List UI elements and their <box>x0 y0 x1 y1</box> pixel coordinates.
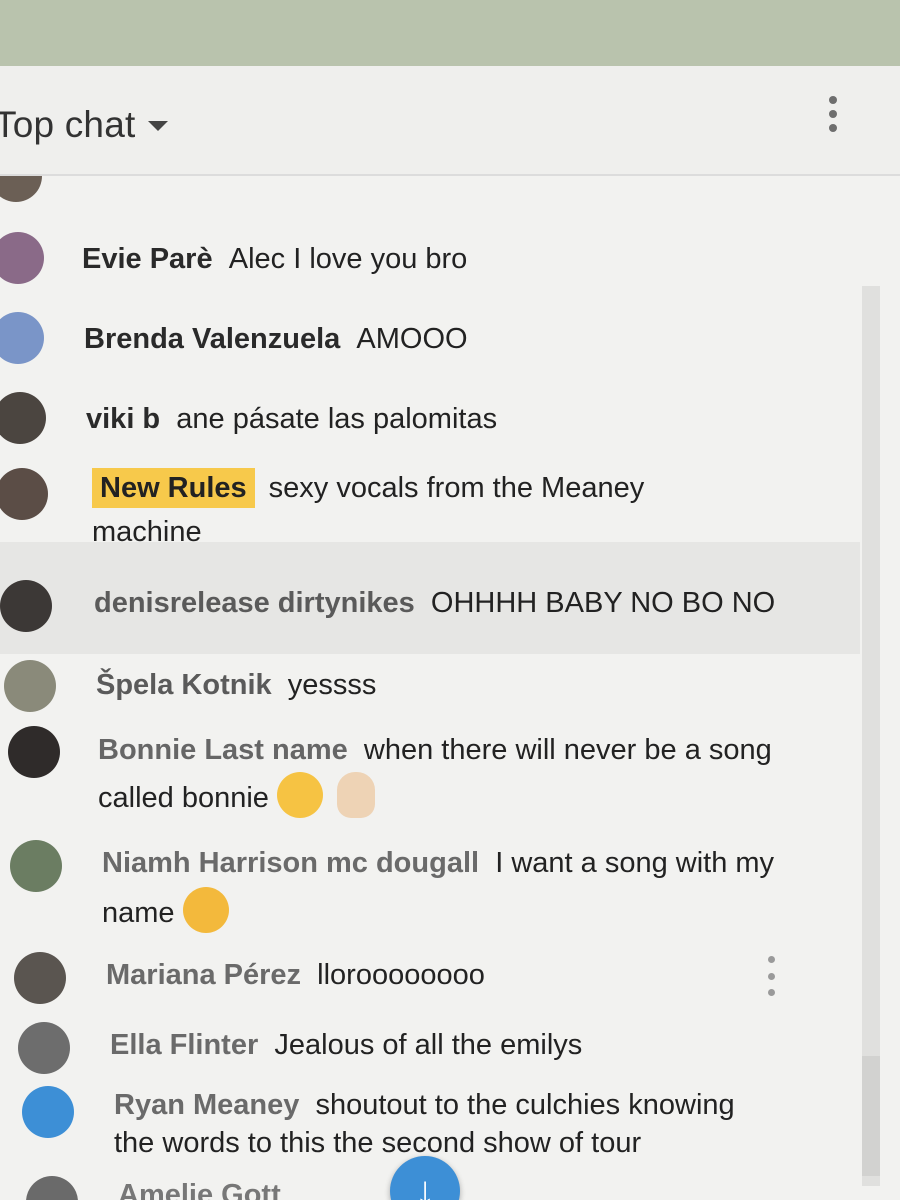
menu-dot <box>829 124 837 132</box>
message-text: when there will never be a song <box>363 734 772 766</box>
message-text: ane pásate las palomitas <box>176 403 498 435</box>
avatar <box>0 232 44 284</box>
chat-window: Top chat Evie Parè Alec I love you bro B… <box>0 66 900 1200</box>
message-author[interactable]: Ella Flinter <box>110 1029 258 1061</box>
avatar <box>18 1022 70 1074</box>
avatar <box>0 392 46 444</box>
message-text-continued: the words to this the second show of tou… <box>114 1127 642 1159</box>
avatar <box>26 1176 78 1200</box>
chat-message-list[interactable]: Evie Parè Alec I love you bro Brenda Val… <box>0 176 900 1200</box>
message-text: sexy vocals from the Meaney <box>268 472 645 504</box>
message-text: shoutout to the culchies knowing <box>315 1089 735 1121</box>
avatar <box>22 1086 74 1138</box>
menu-dot <box>829 110 837 118</box>
avatar <box>4 660 56 712</box>
author-badge[interactable]: New Rules <box>92 468 255 508</box>
crying-face-emoji-icon <box>182 887 229 934</box>
avatar <box>0 580 52 632</box>
message-text-continued: name <box>102 897 175 929</box>
message-text-continued: called bonnie <box>98 782 269 814</box>
arrow-down-icon[interactable]: ↓ <box>390 1156 460 1200</box>
top-chat-dropdown-label[interactable]: Top chat <box>0 104 135 146</box>
message-author[interactable]: Niamh Harrison mc dougall <box>102 847 479 879</box>
raised-hand-emoji-icon <box>336 772 375 819</box>
message-text: Alec I love you bro <box>228 243 468 275</box>
message-author[interactable]: Brenda Valenzuela <box>84 323 340 355</box>
message-text: lloroooooooo <box>317 959 485 991</box>
message-author[interactable]: denisrelease dirtynikes <box>94 587 415 619</box>
message-text: AMOOO <box>356 323 468 355</box>
message-text: OHHHH BABY NO BO NO <box>430 587 776 619</box>
dropdown-caret-icon[interactable] <box>148 121 168 131</box>
message-author[interactable]: Mariana Pérez <box>106 959 301 991</box>
avatar <box>0 468 48 520</box>
chat-scrollbar[interactable] <box>862 286 880 1186</box>
avatar <box>0 176 42 202</box>
more-vert-icon[interactable] <box>818 92 848 136</box>
message-text: I want a song with my <box>495 847 775 879</box>
message-author[interactable]: Špela Kotnik <box>96 669 272 701</box>
avatar <box>0 312 44 364</box>
message-text: Jealous of all the emilys <box>274 1029 583 1061</box>
message-text-continued: machine <box>92 516 202 548</box>
chat-header: Top chat <box>0 66 900 176</box>
message-author[interactable]: Amelie Gott <box>118 1179 281 1200</box>
avatar <box>10 840 62 892</box>
message-author[interactable]: viki b <box>86 403 160 435</box>
menu-dot <box>767 972 775 980</box>
menu-dot <box>829 96 837 104</box>
pensive-face-emoji-icon <box>276 772 323 819</box>
menu-dot <box>767 956 775 963</box>
message-text: yessss <box>287 669 377 701</box>
scrollbar-thumb[interactable] <box>862 1056 880 1176</box>
avatar <box>14 952 66 1004</box>
menu-dot <box>767 989 775 996</box>
message-author[interactable]: Bonnie Last name <box>98 734 348 766</box>
message-author[interactable]: Ryan Meaney <box>114 1089 299 1121</box>
avatar <box>8 726 60 778</box>
message-author[interactable]: Evie Parè <box>82 243 213 275</box>
more-vert-icon[interactable] <box>766 956 776 996</box>
